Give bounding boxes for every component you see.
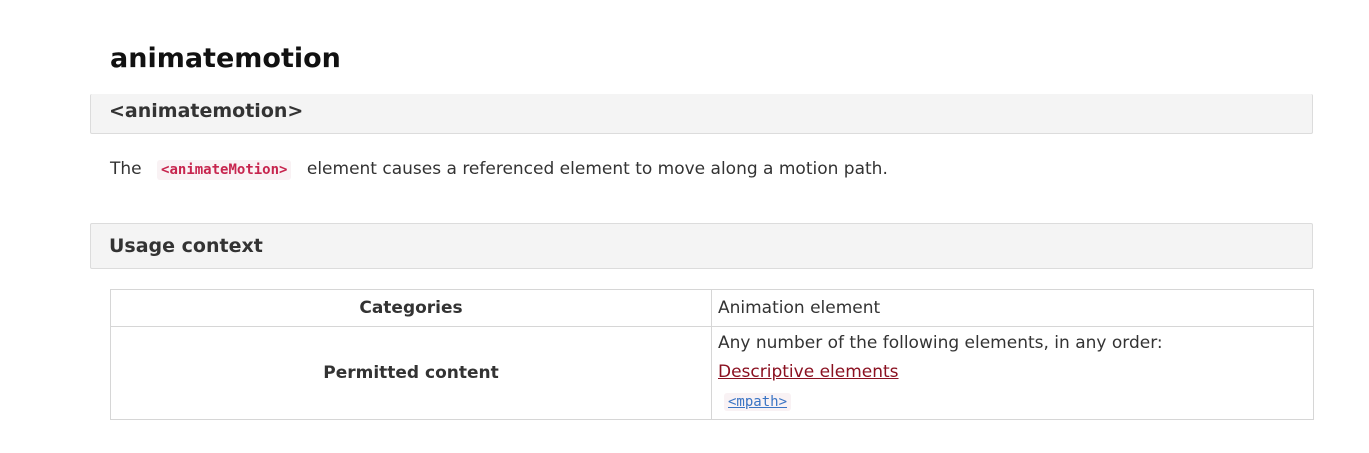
usage-context-heading: Usage context	[109, 235, 263, 257]
page-title: animatemotion	[110, 43, 341, 74]
table-row: Categories Animation element	[110, 289, 1314, 327]
intro-prefix: The	[110, 159, 142, 179]
categories-value: Animation element	[711, 289, 1314, 327]
table-row: Permitted content Any number of the foll…	[110, 326, 1314, 420]
intro-code: <animateMotion>	[157, 160, 292, 180]
mpath-link[interactable]: <mpath>	[724, 393, 792, 411]
intro-paragraph: The <animateMotion> element causes a ref…	[110, 156, 888, 183]
permitted-content-intro: Any number of the following elements, in…	[718, 333, 1163, 353]
usage-context-section-header: Usage context	[90, 223, 1313, 269]
intro-suffix: element causes a referenced element to m…	[306, 159, 888, 179]
element-section-header: <animatemotion>	[90, 94, 1313, 134]
categories-header: Categories	[110, 289, 712, 327]
descriptive-elements-link[interactable]: Descriptive elements	[718, 362, 899, 382]
element-heading: <animatemotion>	[109, 100, 304, 122]
permitted-content-cell: Any number of the following elements, in…	[711, 326, 1314, 420]
usage-table: Categories Animation element Permitted c…	[110, 289, 1314, 420]
permitted-content-header: Permitted content	[110, 326, 712, 420]
